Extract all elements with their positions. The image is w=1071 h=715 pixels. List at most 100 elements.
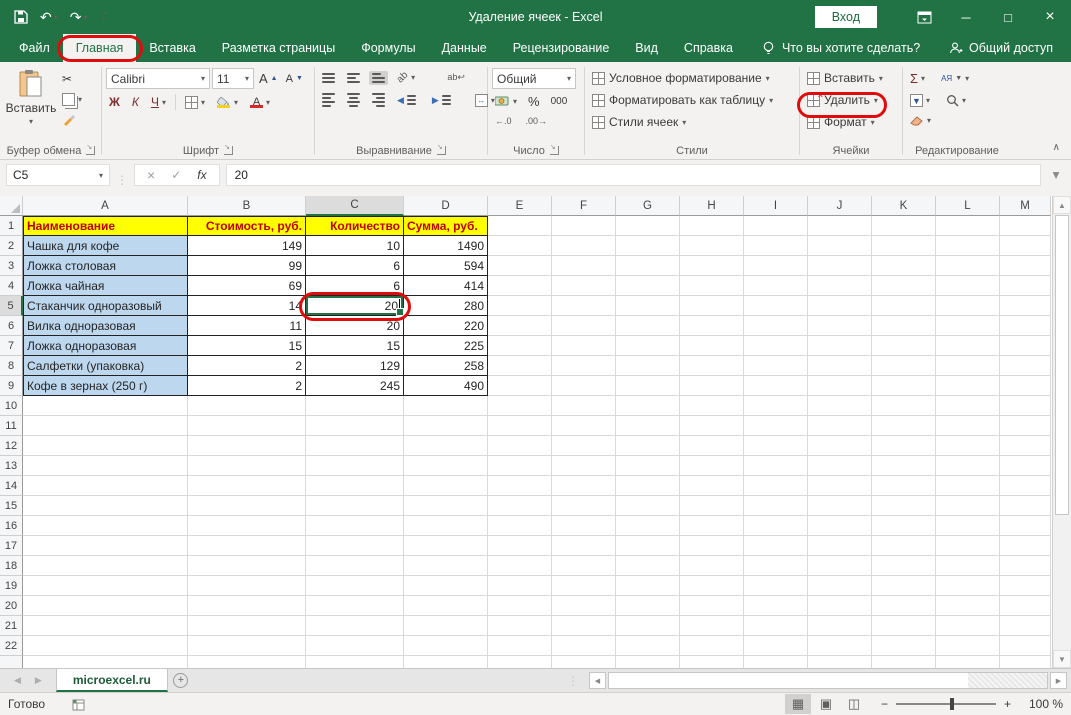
scroll-down-button[interactable]: ▼ bbox=[1053, 650, 1071, 668]
cell[interactable] bbox=[404, 416, 488, 436]
view-page-break-button[interactable]: ◫ bbox=[841, 694, 867, 714]
cell[interactable] bbox=[808, 336, 872, 356]
column-header-C[interactable]: C bbox=[306, 196, 404, 216]
cell[interactable] bbox=[744, 316, 808, 336]
cell[interactable] bbox=[23, 436, 188, 456]
cell[interactable] bbox=[808, 436, 872, 456]
row-header-4[interactable]: 4 bbox=[0, 276, 23, 296]
cell[interactable] bbox=[680, 376, 744, 396]
column-header-G[interactable]: G bbox=[616, 196, 680, 216]
cell[interactable] bbox=[744, 236, 808, 256]
cell[interactable] bbox=[872, 476, 936, 496]
minimize-button[interactable]: ─ bbox=[945, 0, 987, 34]
cell[interactable] bbox=[936, 656, 1000, 668]
cell[interactable] bbox=[744, 416, 808, 436]
ribbon-tab-Разметка страницы[interactable]: Разметка страницы bbox=[209, 34, 348, 62]
decrease-indent-button[interactable]: ◀ bbox=[394, 93, 423, 108]
cell-B7[interactable]: 15 bbox=[188, 336, 306, 356]
cell[interactable] bbox=[808, 536, 872, 556]
cell[interactable] bbox=[872, 496, 936, 516]
cell-C9[interactable]: 245 bbox=[306, 376, 404, 396]
cell-D5[interactable]: 280 bbox=[404, 296, 488, 316]
cell[interactable] bbox=[936, 396, 1000, 416]
cell[interactable] bbox=[488, 516, 552, 536]
cell[interactable] bbox=[808, 236, 872, 256]
ribbon-tab-Вид[interactable]: Вид bbox=[622, 34, 671, 62]
cell[interactable] bbox=[744, 336, 808, 356]
cell[interactable] bbox=[1000, 296, 1051, 316]
styles-item-Форматировать как таблицу[interactable]: Форматировать как таблицу ▾ bbox=[589, 91, 776, 109]
styles-item-Условное форматирование[interactable]: Условное форматирование ▾ bbox=[589, 69, 773, 87]
view-page-layout-button[interactable]: ▣ bbox=[813, 694, 839, 714]
cell[interactable] bbox=[872, 556, 936, 576]
row-header-20[interactable]: 20 bbox=[0, 596, 23, 616]
tab-splitter[interactable]: ⋮ bbox=[567, 674, 579, 688]
cell[interactable] bbox=[552, 236, 616, 256]
cell[interactable] bbox=[488, 336, 552, 356]
cell[interactable] bbox=[680, 576, 744, 596]
cell[interactable] bbox=[404, 556, 488, 576]
cell[interactable] bbox=[616, 396, 680, 416]
cell[interactable] bbox=[552, 276, 616, 296]
align-center-button[interactable] bbox=[344, 91, 363, 109]
cell[interactable] bbox=[936, 456, 1000, 476]
cell[interactable] bbox=[680, 396, 744, 416]
cell[interactable] bbox=[680, 656, 744, 668]
cell[interactable] bbox=[936, 216, 1000, 236]
cell[interactable] bbox=[552, 216, 616, 236]
cell[interactable] bbox=[808, 276, 872, 296]
cell[interactable] bbox=[744, 616, 808, 636]
cell[interactable] bbox=[23, 576, 188, 596]
cell[interactable] bbox=[936, 556, 1000, 576]
macro-record-icon[interactable] bbox=[71, 698, 85, 711]
zoom-out-button[interactable]: − bbox=[881, 697, 888, 711]
cell[interactable] bbox=[872, 436, 936, 456]
cell[interactable] bbox=[306, 496, 404, 516]
row-header-5[interactable]: 5 bbox=[0, 296, 23, 316]
cell[interactable] bbox=[616, 316, 680, 336]
row-header-7[interactable]: 7 bbox=[0, 336, 23, 356]
column-header-J[interactable]: J bbox=[808, 196, 872, 216]
cell[interactable] bbox=[680, 476, 744, 496]
cell[interactable] bbox=[1000, 336, 1051, 356]
autosum-button[interactable]: Σ ▾ bbox=[907, 69, 928, 88]
cell[interactable] bbox=[1000, 316, 1051, 336]
cell[interactable] bbox=[188, 616, 306, 636]
cell[interactable] bbox=[808, 556, 872, 576]
cell[interactable] bbox=[488, 576, 552, 596]
cell[interactable] bbox=[552, 316, 616, 336]
cell[interactable] bbox=[1000, 596, 1051, 616]
cell[interactable] bbox=[488, 296, 552, 316]
italic-button[interactable]: К bbox=[129, 93, 142, 111]
cell[interactable] bbox=[306, 536, 404, 556]
clear-button[interactable]: ▾ bbox=[907, 113, 934, 128]
cell[interactable] bbox=[1000, 276, 1051, 296]
row-header-13[interactable]: 13 bbox=[0, 456, 23, 476]
cell[interactable] bbox=[808, 596, 872, 616]
cell[interactable] bbox=[744, 576, 808, 596]
cell[interactable] bbox=[616, 436, 680, 456]
cell-A6[interactable]: Вилка одноразовая bbox=[23, 316, 188, 336]
cell[interactable] bbox=[404, 436, 488, 456]
cell[interactable] bbox=[306, 456, 404, 476]
cells-item-Вставить[interactable]: Вставить ▾ bbox=[804, 69, 886, 87]
cell[interactable] bbox=[404, 636, 488, 656]
cell[interactable] bbox=[808, 576, 872, 596]
cell[interactable] bbox=[744, 656, 808, 668]
cell[interactable] bbox=[808, 476, 872, 496]
collapse-ribbon-button[interactable]: ∧ bbox=[1050, 140, 1063, 155]
cell[interactable] bbox=[404, 516, 488, 536]
cell[interactable] bbox=[680, 436, 744, 456]
font-color-button[interactable]: А ▾ bbox=[247, 95, 273, 110]
cell-B2[interactable]: 149 bbox=[188, 236, 306, 256]
cell[interactable] bbox=[1000, 376, 1051, 396]
cell-D6[interactable]: 220 bbox=[404, 316, 488, 336]
ribbon-tab-Рецензирование[interactable]: Рецензирование bbox=[500, 34, 623, 62]
cell-A5[interactable]: Стаканчик одноразовый bbox=[23, 296, 188, 316]
zoom-slider-thumb[interactable] bbox=[949, 698, 954, 710]
cell[interactable] bbox=[872, 216, 936, 236]
cell[interactable] bbox=[680, 296, 744, 316]
font-name-combo[interactable]: Calibri ▾ bbox=[106, 68, 210, 89]
cell[interactable] bbox=[23, 516, 188, 536]
cell[interactable] bbox=[552, 376, 616, 396]
